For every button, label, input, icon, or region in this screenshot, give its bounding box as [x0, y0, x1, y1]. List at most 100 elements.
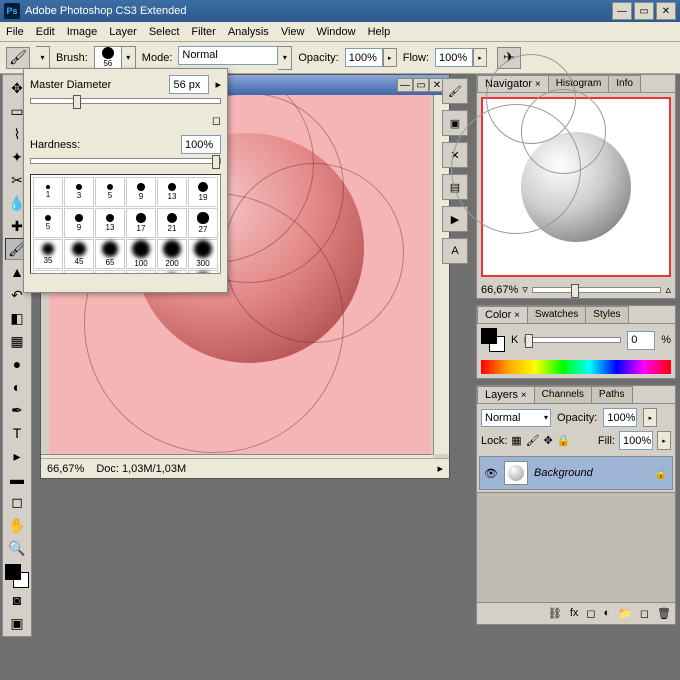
- trash-icon[interactable]: 🗑: [657, 607, 671, 620]
- lock-move-icon[interactable]: ✥: [544, 434, 553, 447]
- menu-edit[interactable]: Edit: [36, 26, 55, 38]
- menu-layer[interactable]: Layer: [109, 26, 137, 38]
- flow-input[interactable]: 100%: [435, 48, 473, 67]
- menu-window[interactable]: Window: [316, 26, 355, 38]
- brush-preset[interactable]: 9: [126, 177, 156, 207]
- dock-char-icon[interactable]: A: [442, 238, 468, 264]
- navigator-thumbnail[interactable]: [481, 97, 671, 277]
- blend-mode-select[interactable]: Normal: [481, 409, 551, 427]
- pen-tool[interactable]: ✒: [5, 399, 29, 421]
- brush-preview[interactable]: 56: [94, 46, 122, 70]
- menu-analysis[interactable]: Analysis: [228, 26, 269, 38]
- color-wells-panel[interactable]: [481, 328, 505, 352]
- menu-view[interactable]: View: [281, 26, 305, 38]
- menu-help[interactable]: Help: [368, 26, 391, 38]
- path-tool[interactable]: ▸: [5, 445, 29, 467]
- fx-icon[interactable]: fx: [570, 607, 579, 620]
- diameter-input[interactable]: 56 px: [169, 75, 209, 94]
- brush-preset[interactable]: 5: [33, 208, 63, 238]
- nav-zoom-slider[interactable]: [532, 287, 662, 293]
- brush-preset[interactable]: 300: [188, 239, 218, 269]
- minimize-button[interactable]: —: [612, 2, 632, 20]
- menu-file[interactable]: File: [6, 26, 24, 38]
- brush-preset[interactable]: 17: [126, 270, 156, 274]
- dock-actions-icon[interactable]: ▶: [442, 206, 468, 232]
- brush-preset[interactable]: 200: [157, 239, 187, 269]
- zoom-out-icon[interactable]: ▿: [522, 283, 528, 296]
- tool-preset-dropdown[interactable]: ▾: [36, 46, 50, 70]
- gradient-tool[interactable]: ▦: [5, 330, 29, 352]
- lock-trans-icon[interactable]: ▦: [511, 434, 521, 447]
- opacity-input[interactable]: 100%: [345, 48, 383, 67]
- menu-image[interactable]: Image: [67, 26, 98, 38]
- screenmode-toggle[interactable]: ▣: [5, 612, 29, 634]
- tab-paths[interactable]: Paths: [591, 386, 633, 403]
- mode-select[interactable]: Normal: [178, 46, 278, 65]
- hand-tool[interactable]: ✋: [5, 514, 29, 536]
- brush-preset[interactable]: 13: [95, 208, 125, 238]
- hardness-slider[interactable]: [30, 158, 221, 164]
- blur-tool[interactable]: ●: [5, 353, 29, 375]
- brush-preset[interactable]: 45: [64, 239, 94, 269]
- brush-dropdown[interactable]: ▾: [122, 46, 136, 70]
- tab-swatches[interactable]: Swatches: [527, 306, 586, 323]
- dodge-tool[interactable]: ◐: [5, 376, 29, 398]
- tab-styles[interactable]: Styles: [585, 306, 628, 323]
- flow-arrow[interactable]: ▸: [473, 48, 487, 67]
- type-tool[interactable]: T: [5, 422, 29, 444]
- layer-thumbnail[interactable]: [504, 461, 528, 485]
- nav-zoom-value[interactable]: 66,67%: [481, 284, 518, 296]
- brush-preset[interactable]: 35: [33, 239, 63, 269]
- layer-name[interactable]: Background: [534, 467, 593, 479]
- brush-preset[interactable]: 65: [188, 270, 218, 274]
- brush-preset[interactable]: 45: [157, 270, 187, 274]
- tab-layers[interactable]: Layers ×: [477, 386, 535, 403]
- opacity-arrow[interactable]: ▸: [383, 48, 397, 67]
- notes-tool[interactable]: ◻: [5, 491, 29, 513]
- adj-icon[interactable]: ◐: [604, 607, 611, 620]
- lock-paint-icon[interactable]: 🖌: [526, 434, 540, 447]
- brush-preset[interactable]: 9: [64, 208, 94, 238]
- hardness-input[interactable]: 100%: [181, 135, 221, 154]
- tab-info[interactable]: Info: [608, 75, 641, 92]
- doc-maximize[interactable]: ▭: [413, 78, 429, 92]
- layer-opacity-arrow[interactable]: ▸: [643, 408, 657, 427]
- menu-filter[interactable]: Filter: [191, 26, 215, 38]
- brush-preset[interactable]: 17: [126, 208, 156, 238]
- maximize-button[interactable]: ▭: [634, 2, 654, 20]
- fill-input[interactable]: 100%: [619, 431, 653, 450]
- brush-preset[interactable]: 3: [64, 177, 94, 207]
- brush-preset[interactable]: 13: [157, 177, 187, 207]
- new-layer-icon[interactable]: ◻: [640, 607, 649, 620]
- brush-preset[interactable]: 19: [95, 270, 125, 274]
- brush-tool-icon[interactable]: 🖌: [6, 47, 30, 69]
- mode-dropdown[interactable]: ▾: [278, 46, 292, 70]
- brush-preset[interactable]: 100: [126, 239, 156, 269]
- close-button[interactable]: ✕: [656, 2, 676, 20]
- mask-icon[interactable]: ◻: [586, 607, 595, 620]
- folder-icon[interactable]: 📁: [618, 607, 632, 620]
- tab-color[interactable]: Color ×: [477, 306, 528, 323]
- brush-preset[interactable]: 21: [157, 208, 187, 238]
- zoom-in-icon[interactable]: ▵: [665, 283, 671, 296]
- quickmask-toggle[interactable]: ◙: [5, 589, 29, 611]
- brush-preset[interactable]: 9: [33, 270, 63, 274]
- k-input[interactable]: 0: [627, 331, 655, 350]
- color-wells[interactable]: [5, 564, 29, 588]
- brush-preset[interactable]: 19: [188, 177, 218, 207]
- foreground-color[interactable]: [5, 564, 21, 580]
- zoom-status[interactable]: 66,67%: [47, 463, 84, 475]
- brush-preset[interactable]: 65: [95, 239, 125, 269]
- status-arrow[interactable]: ▸: [437, 462, 443, 475]
- link-icon[interactable]: ⛓: [548, 607, 562, 620]
- color-ramp[interactable]: [481, 360, 671, 374]
- diameter-slider[interactable]: [30, 98, 221, 104]
- menu-select[interactable]: Select: [149, 26, 180, 38]
- fill-arrow[interactable]: ▸: [657, 431, 671, 450]
- lock-all-icon[interactable]: 🔒: [557, 434, 571, 447]
- dock-brushes-icon[interactable]: 🖌: [442, 78, 468, 104]
- visibility-icon[interactable]: 👁: [484, 466, 498, 480]
- doc-minimize[interactable]: —: [397, 78, 413, 92]
- zoom-tool[interactable]: 🔍: [5, 537, 29, 559]
- popup-flyout-icon[interactable]: ▸: [215, 78, 221, 91]
